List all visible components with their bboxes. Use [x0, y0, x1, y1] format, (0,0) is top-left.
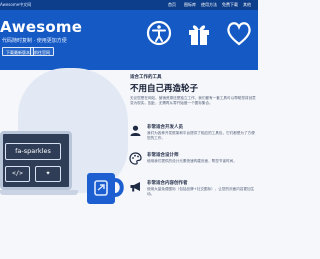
- gift-icon: [189, 25, 209, 45]
- section-kicker: 适合工作的工具: [130, 75, 162, 80]
- nav-item-download[interactable]: 免费下载: [222, 2, 238, 8]
- feature-title-creators: 非常适合内容创作者: [147, 181, 188, 186]
- icon-name-chip: fa-sparkles: [5, 143, 61, 160]
- nav-item-home[interactable]: 首页: [168, 2, 176, 8]
- section-description: 无论您是在网站、营销资源还是独立工作，我们都有一套工具可以帮助您将创意变为现实。…: [130, 96, 256, 106]
- sparkles-icon: ✦: [35, 166, 61, 182]
- section-title: 不用自己再造轮子: [130, 84, 199, 94]
- hero-title: Awesome: [0, 18, 83, 36]
- nav-item-usage[interactable]: 使用方法: [201, 2, 217, 8]
- top-nav: Awesome中文网 首页 图标库 使用方法 免费下载 其他: [0, 0, 258, 10]
- accessibility-icon: [146, 20, 172, 46]
- nav-brand[interactable]: Awesome中文网: [0, 2, 31, 8]
- nav-item-other[interactable]: 其他: [243, 2, 251, 8]
- megaphone-icon: [130, 182, 140, 192]
- laptop-base: [0, 190, 78, 195]
- feature-title-designers: 非常适合设计师: [147, 153, 179, 158]
- user-icon: [130, 125, 141, 136]
- nav-item-icons[interactable]: 图标库: [184, 2, 196, 8]
- code-icon: </>: [5, 166, 30, 182]
- hero-subtitle: 代码随时复制 · 使用更加方便: [2, 38, 67, 44]
- feature-desc-creators: 使用大量免费图标（包括品牌+社交图标），让您的页面内容更加生动。: [147, 187, 255, 197]
- hero-banner: Awesome 代码随时复制 · 使用更加方便 下载最新版本 前往官网: [0, 10, 258, 70]
- feature-desc-developers: 我们为各种开发框架和平台提供了相应的工具包，它们都是为了方便您的工作。: [147, 131, 255, 141]
- visit-site-button[interactable]: 前往官网: [30, 47, 54, 56]
- palette-icon: [129, 152, 142, 165]
- feature-desc-designers: 使用我们提供的设计元素快速构建页面，帮您节省时间。: [147, 159, 237, 163]
- feature-title-developers: 非常适合开发人员: [147, 125, 183, 130]
- mug-icon: [87, 173, 124, 204]
- heart-icon: [227, 22, 251, 46]
